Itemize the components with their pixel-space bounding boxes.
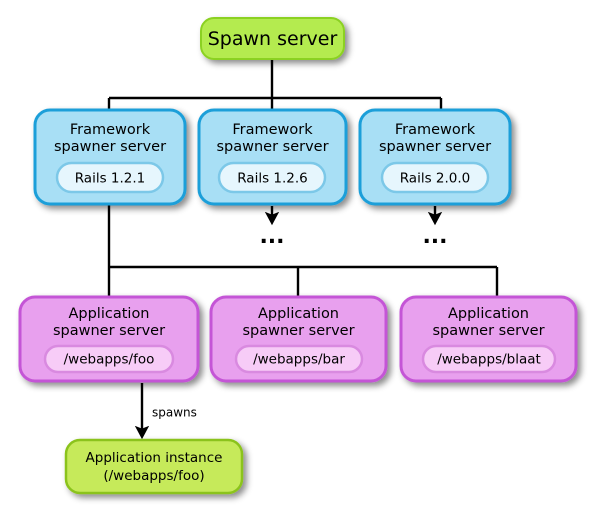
node-application-spawner-2[interactable]: Application spawner server /webapps/bar <box>209 295 388 383</box>
framework-spawner-2-pill-label: Rails 1.2.6 <box>237 171 308 187</box>
application-spawner-3-title-line2: spawner server <box>432 323 544 339</box>
edge-spawns: spawns <box>134 383 197 440</box>
application-instance-line1: Application instance <box>86 450 223 466</box>
application-instance-line2: (/webapps/foo) <box>103 468 204 484</box>
ellipsis-group-framework-3: ... <box>422 206 448 249</box>
node-framework-spawner-3[interactable]: Framework spawner server Rails 2.0.0 <box>358 108 512 206</box>
architecture-diagram: Spawn server Framework spawner server Ra… <box>18 17 578 495</box>
ellipsis-dots-3: ... <box>422 224 447 249</box>
application-spawner-1-pill-label: /webapps/foo <box>64 352 155 368</box>
node-application-instance[interactable]: Application instance (/webapps/foo) <box>64 438 244 495</box>
node-application-spawner-1[interactable]: Application spawner server /webapps/foo <box>18 295 200 383</box>
application-spawner-2-title-line2: spawner server <box>242 323 354 339</box>
framework-spawner-1-title-line1: Framework <box>70 122 151 138</box>
application-spawner-2-pill-label: /webapps/bar <box>253 352 345 368</box>
application-instance-box[interactable] <box>64 438 244 495</box>
application-spawner-1-title-line1: Application <box>68 306 149 322</box>
node-framework-spawner-2[interactable]: Framework spawner server Rails 1.2.6 <box>197 108 348 206</box>
application-spawner-3-pill-label: /webapps/blaat <box>437 352 541 368</box>
diagram-canvas: Spawn server Framework spawner server Ra… <box>0 0 592 517</box>
application-spawner-2-title-line1: Application <box>258 306 339 322</box>
ellipsis-dots-2: ... <box>259 224 284 249</box>
connector-framework1-to-applications <box>107 204 499 297</box>
ellipsis-group-framework-2: ... <box>259 206 285 249</box>
framework-spawner-1-title-line2: spawner server <box>54 139 166 155</box>
application-spawner-3-title-line1: Application <box>448 306 529 322</box>
connector-root-to-frameworks <box>107 58 443 110</box>
spawn-server-label: Spawn server <box>208 28 338 50</box>
framework-spawner-2-title-line2: spawner server <box>216 139 328 155</box>
spawns-label: spawns <box>152 406 197 420</box>
framework-spawner-3-title-line1: Framework <box>395 122 476 138</box>
framework-spawner-2-title-line1: Framework <box>232 122 313 138</box>
application-spawner-1-title-line2: spawner server <box>53 323 165 339</box>
node-application-spawner-3[interactable]: Application spawner server /webapps/blaa… <box>399 295 578 383</box>
framework-spawner-3-title-line2: spawner server <box>379 139 491 155</box>
node-spawn-server[interactable]: Spawn server <box>200 17 345 60</box>
framework-spawner-1-pill-label: Rails 1.2.1 <box>75 171 146 187</box>
node-framework-spawner-1[interactable]: Framework spawner server Rails 1.2.1 <box>33 108 187 206</box>
framework-spawner-3-pill-label: Rails 2.0.0 <box>400 171 471 187</box>
